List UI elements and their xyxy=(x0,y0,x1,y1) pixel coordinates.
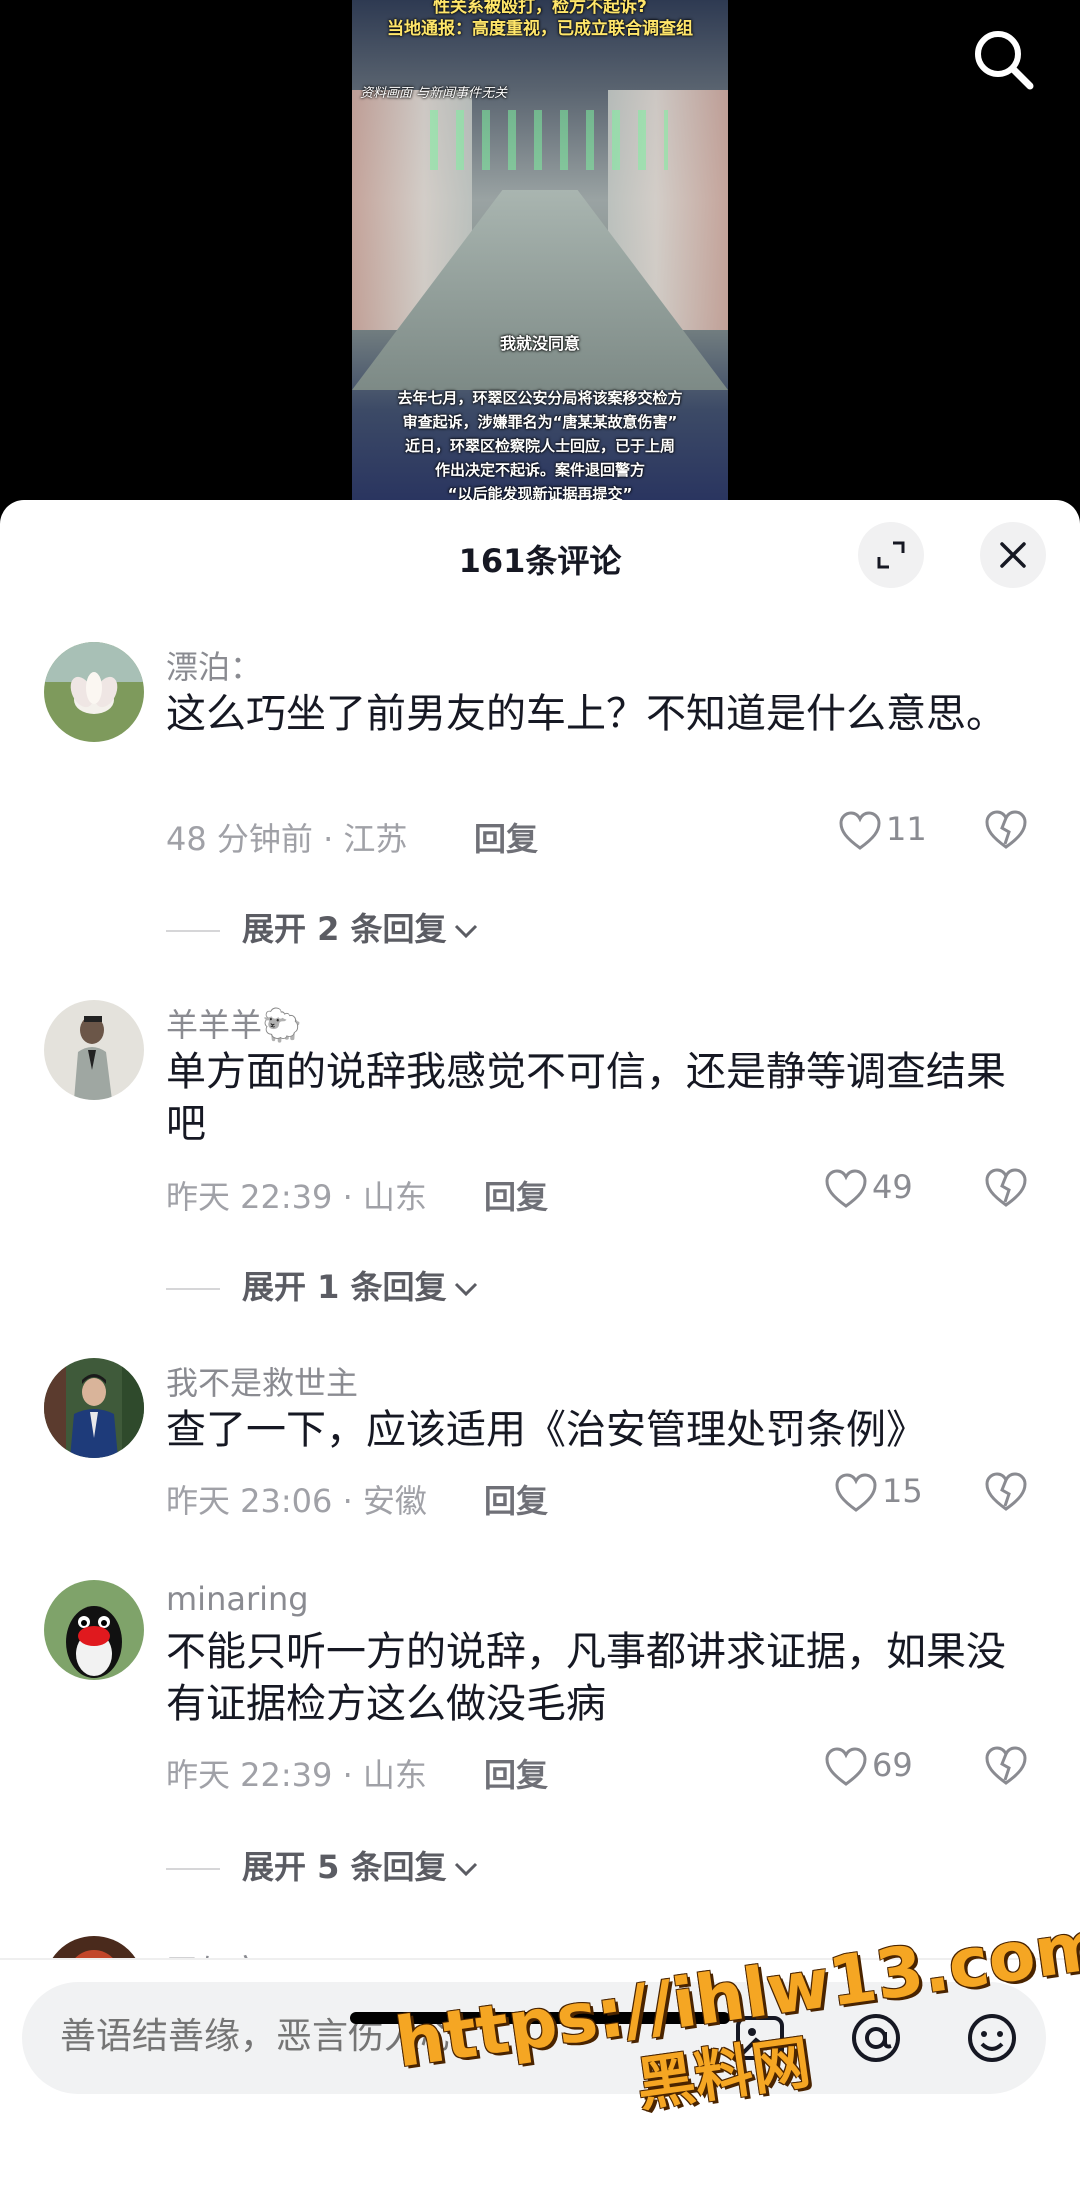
comment-author[interactable]: 漂泊： xyxy=(166,642,262,688)
video-frame[interactable]: 性关系被殴打，检方不起诉? 当地通报：高度重视，已成立联合调查组 资料画面 与新… xyxy=(352,0,728,500)
person-avatar-image xyxy=(44,1000,144,1100)
video-caption: 去年七月，环翠区公安分局将该案移交检方 审查起诉，涉嫌罪名为“唐某某故意伤害” … xyxy=(352,386,728,500)
reply-button[interactable]: 回复 xyxy=(484,1750,548,1796)
close-button[interactable] xyxy=(980,522,1046,588)
broken-heart-icon xyxy=(985,1168,1027,1207)
comment-text: 这么巧坐了前男友的车上？不知道是什么意思。 xyxy=(166,691,1006,737)
ceiling-lights xyxy=(412,110,668,170)
avatar[interactable] xyxy=(44,1000,144,1100)
comment-text: 单方面的说辞我感觉不可信，还是静等调查结果吧 xyxy=(166,1049,1006,1147)
avatar[interactable] xyxy=(44,1358,144,1458)
like-button[interactable]: 49 xyxy=(824,1168,913,1209)
comment-time-location: 48 分钟前 · 江苏 xyxy=(166,820,408,858)
comment-time-location: 昨天 22:39 · 山东 xyxy=(166,1178,427,1216)
comment-time-location: 昨天 23:06 · 安徽 xyxy=(166,1482,427,1520)
like-count: 69 xyxy=(872,1746,913,1784)
expand-replies-label: 展开 5 条回复 xyxy=(242,1848,447,1886)
chevron-down-icon xyxy=(454,924,477,939)
comment-item[interactable]: minaring 不能只听一方的说辞，凡事都讲求证据，如果没有证据检方这么做没毛… xyxy=(0,1580,1080,1794)
video-subtitle: 我就没同意 xyxy=(499,334,580,353)
heart-icon xyxy=(835,1473,877,1512)
like-count: 49 xyxy=(872,1168,913,1206)
expand-replies-label: 展开 2 条回复 xyxy=(242,910,447,948)
search-button[interactable] xyxy=(968,24,1038,94)
comment-author[interactable]: minaring xyxy=(166,1580,309,1618)
divider-line xyxy=(166,1868,220,1870)
expand-replies-label: 展开 1 条回复 xyxy=(242,1268,447,1306)
avatar[interactable] xyxy=(44,1580,144,1680)
reply-button[interactable]: 回复 xyxy=(474,814,538,860)
dislike-button[interactable] xyxy=(984,1472,1028,1516)
fullscreen-icon xyxy=(877,541,905,569)
comment-text: 不能只听一方的说辞，凡事都讲求证据，如果没有证据检方这么做没毛病 xyxy=(166,1629,1006,1727)
comment-author[interactable]: 羊羊羊🐑 xyxy=(166,1000,302,1046)
heart-icon xyxy=(839,811,881,850)
like-count: 11 xyxy=(886,810,927,848)
dislike-button[interactable] xyxy=(984,1746,1028,1790)
avatar[interactable] xyxy=(44,642,144,742)
broken-heart-icon xyxy=(985,810,1027,849)
close-icon xyxy=(1000,542,1026,568)
divider-line xyxy=(166,930,220,932)
video-caption-line: “以后能发现新证据再提交” xyxy=(447,485,633,500)
video-caption-line: 近日，环翠区检察院人士回应，已于上周 xyxy=(404,437,675,455)
comment-time-location: 昨天 22:39 · 山东 xyxy=(166,1756,427,1794)
video-headline-2: 当地通报：高度重视，已成立联合调查组 xyxy=(387,19,693,39)
video-caption-line: 审查起诉，涉嫌罪名为“唐某某故意伤害” xyxy=(402,413,678,431)
like-button[interactable]: 69 xyxy=(824,1746,913,1787)
comment-item[interactable]: 我不是救世主 查了一下，应该适用《治安管理处罚条例》 昨天 23:06 · 安徽… xyxy=(0,1358,1080,1520)
chevron-down-icon xyxy=(454,1282,477,1297)
video-caption-line: 去年七月，环翠区公安分局将该案移交检方 xyxy=(397,389,683,407)
heart-icon xyxy=(825,1169,867,1208)
broken-heart-icon xyxy=(985,1746,1027,1785)
comment-item[interactable]: 漂泊： 这么巧坐了前男友的车上？不知道是什么意思。 48 分钟前 · 江苏 回复… xyxy=(0,642,1080,858)
search-icon xyxy=(975,31,1034,90)
like-button[interactable]: 15 xyxy=(834,1472,923,1513)
chevron-down-icon xyxy=(454,1862,477,1877)
dislike-button[interactable] xyxy=(984,810,1028,854)
expand-replies[interactable]: 展开 5 条回复 xyxy=(166,1842,479,1888)
penguin-avatar-image xyxy=(44,1580,144,1680)
lotus-avatar-image xyxy=(44,642,144,742)
comment-author[interactable]: 我不是救世主 xyxy=(166,1358,358,1404)
expand-replies[interactable]: 展开 1 条回复 xyxy=(166,1262,479,1308)
video-note: 资料画面 与新闻事件无关 xyxy=(360,86,508,101)
expand-replies[interactable]: 展开 2 条回复 xyxy=(166,904,479,950)
like-button[interactable]: 11 xyxy=(838,810,927,851)
dislike-button[interactable] xyxy=(984,1168,1028,1212)
man-avatar-image xyxy=(44,1358,144,1458)
comment-text: 查了一下，应该适用《治安管理处罚条例》 xyxy=(166,1407,926,1453)
video-player[interactable]: 性关系被殴打，检方不起诉? 当地通报：高度重视，已成立联合调查组 资料画面 与新… xyxy=(0,0,1080,520)
heart-icon xyxy=(825,1747,867,1786)
like-count: 15 xyxy=(882,1472,923,1510)
divider-line xyxy=(166,1288,220,1290)
comment-item[interactable]: 羊羊羊🐑 单方面的说辞我感觉不可信，还是静等调查结果吧 昨天 22:39 · 山… xyxy=(0,1000,1080,1216)
broken-heart-icon xyxy=(985,1472,1027,1511)
fullscreen-button[interactable] xyxy=(858,522,924,588)
reply-button[interactable]: 回复 xyxy=(484,1172,548,1218)
reply-button[interactable]: 回复 xyxy=(484,1476,548,1522)
video-caption-line: 作出决定不起诉。案件退回警方 xyxy=(434,461,645,479)
